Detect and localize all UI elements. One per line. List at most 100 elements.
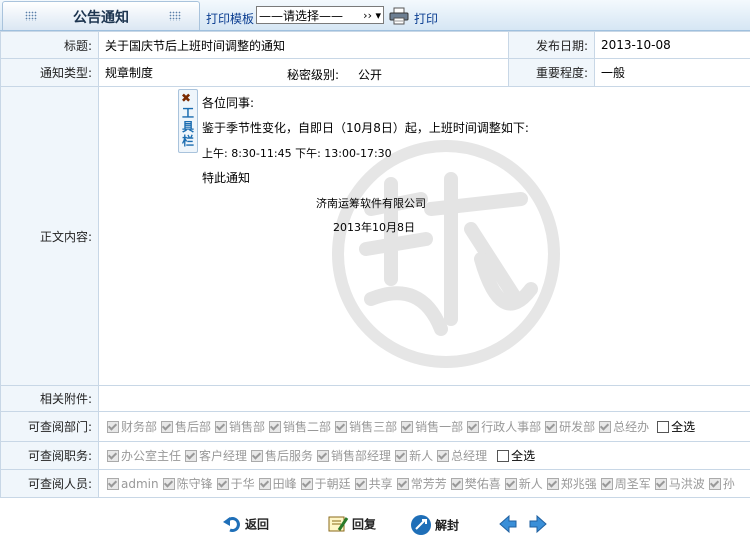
checked-checkbox: [107, 421, 119, 433]
option-label: 郑兆强: [560, 477, 597, 491]
option-label: 销售部经理: [331, 449, 392, 463]
option-label: 孙: [722, 477, 735, 491]
grip-icon: [25, 11, 37, 21]
readonly-option: 马洪波: [654, 477, 705, 491]
readonly-option: 郑兆强: [546, 477, 597, 491]
print-template-label: 打印模板: [206, 12, 255, 26]
content-body-text: 鉴于季节性变化，自即日（10月8日）起，上班时间调整如下:: [202, 121, 529, 135]
content-body: ✖ 工 具 栏 各位同事: 鉴于季节性变化，自即日（10月8日）起，上班时间调整…: [99, 87, 750, 385]
dept-options: 财务部 售后部 销售部 销售二部 销售三部 销售一部 行政人事部 研发部 总经办 全选: [97, 411, 750, 442]
readonly-option: 办公室主任: [107, 449, 181, 463]
option-label: 常芳芳: [410, 477, 447, 491]
readonly-option: 销售三部: [335, 420, 397, 434]
footer-actions: 返回 回复 解封: [0, 506, 750, 546]
option-label: 研发部: [559, 420, 596, 434]
tools-icon: ✖: [181, 91, 192, 105]
reply-label: 回复: [352, 517, 377, 532]
readonly-option: 销售二部: [269, 420, 331, 434]
importance-value: 一般: [594, 58, 750, 87]
notice-type-label: 通知类型:: [0, 58, 99, 87]
option-label: 办公室主任: [121, 449, 182, 463]
next-arrow-icon[interactable]: [528, 514, 548, 534]
back-icon: [223, 517, 240, 532]
select-all-option[interactable]: 全选: [657, 420, 695, 434]
option-label: 马洪波: [668, 477, 705, 491]
readonly-option: admin: [107, 477, 159, 491]
unseal-button[interactable]: 解封: [410, 514, 459, 536]
content-cell: ✖ 工 具 栏 各位同事: 鉴于季节性变化，自即日（10月8日）起，上班时间调整…: [97, 86, 750, 386]
back-label: 返回: [245, 517, 270, 532]
option-label: 新人: [518, 477, 543, 491]
back-button[interactable]: 返回: [222, 514, 269, 536]
tab-notice[interactable]: 公告通知: [2, 1, 200, 30]
dept-label: 可查阅部门:: [0, 411, 99, 442]
select-all-option[interactable]: 全选: [497, 449, 535, 463]
publish-date-value: 2013-10-08: [594, 31, 750, 59]
checked-checkbox: [185, 450, 198, 462]
readonly-option: 研发部: [545, 420, 595, 434]
checked-checkbox: [450, 478, 463, 490]
toolbox-tab[interactable]: ✖ 工 具 栏: [178, 89, 198, 153]
checked-checkbox: [161, 421, 174, 433]
importance-label: 重要程度:: [508, 58, 596, 87]
toolbox-char: 具: [182, 120, 195, 134]
readonly-option: 共享: [354, 477, 393, 491]
unseal-label: 解封: [435, 518, 460, 533]
checked-checkbox: [395, 450, 408, 462]
print-button[interactable]: 打印: [414, 10, 438, 27]
checked-checkbox: [216, 478, 229, 490]
option-label: 销售二部: [283, 420, 332, 434]
publish-date-label: 发布日期:: [508, 31, 596, 59]
toolbox-char: 栏: [182, 134, 195, 148]
template-select[interactable]: ——请选择—— ›› ▾: [256, 6, 384, 24]
duty-options: 办公室主任 客户经理 售后服务 销售部经理 新人 总经理 全选: [97, 441, 750, 470]
checked-checkbox: [300, 478, 313, 490]
checked-checkbox: [546, 478, 559, 490]
checked-checkbox: [354, 478, 367, 490]
toolbox-char: 工: [182, 106, 195, 120]
select-all-checkbox[interactable]: [497, 450, 510, 462]
printer-icon[interactable]: [389, 7, 409, 25]
checked-checkbox: [335, 421, 348, 433]
option-label: 陈守锋: [176, 477, 213, 491]
duty-label: 可查阅职务:: [0, 441, 99, 470]
watermark-seal: [332, 140, 560, 368]
secret-level-value: 公开: [358, 68, 383, 82]
readonly-option: 销售部: [215, 420, 265, 434]
option-label: 共享: [368, 477, 393, 491]
content-hours: 上午: 8:30-11:45 下午: 13:00-17:30: [202, 147, 392, 160]
attachments-value: [97, 385, 750, 412]
previous-arrow-icon[interactable]: [498, 514, 518, 534]
chevron-down-icon: ›› ▾: [363, 9, 381, 22]
checked-checkbox: [251, 450, 264, 462]
readonly-option: 新人: [504, 477, 543, 491]
reply-button[interactable]: 回复: [327, 514, 376, 536]
person-label: 可查阅人员:: [0, 469, 99, 498]
option-label: 销售三部: [349, 420, 398, 434]
checked-checkbox: [107, 450, 119, 462]
readonly-option: 于朝廷: [300, 477, 351, 491]
checked-checkbox: [654, 478, 667, 490]
readonly-option: 客户经理: [185, 449, 247, 463]
option-label: 售后部: [175, 420, 212, 434]
checked-checkbox: [396, 478, 409, 490]
grip-icon: [169, 11, 181, 21]
option-label: 行政人事部: [481, 420, 542, 434]
checked-checkbox: [504, 478, 517, 490]
readonly-option: 常芳芳: [396, 477, 447, 491]
checked-checkbox: [215, 421, 228, 433]
readonly-option: 售后服务: [251, 449, 313, 463]
option-label: 田峰: [272, 477, 297, 491]
option-label: 客户经理: [199, 449, 248, 463]
option-label: 于朝廷: [314, 477, 351, 491]
select-all-label: 全选: [511, 449, 536, 463]
title-label: 标题:: [0, 31, 99, 59]
option-label: admin: [121, 477, 159, 491]
checked-checkbox: [600, 478, 613, 490]
notice-type-value: 规章制度: [105, 66, 154, 80]
select-all-checkbox[interactable]: [657, 421, 670, 433]
checked-checkbox: [107, 478, 119, 490]
option-label: 销售部: [229, 420, 266, 434]
content-date: 2013年10月8日: [333, 221, 415, 234]
duty-checkbox-list: 办公室主任 客户经理 售后服务 销售部经理 新人 总经理 全选: [107, 447, 750, 464]
